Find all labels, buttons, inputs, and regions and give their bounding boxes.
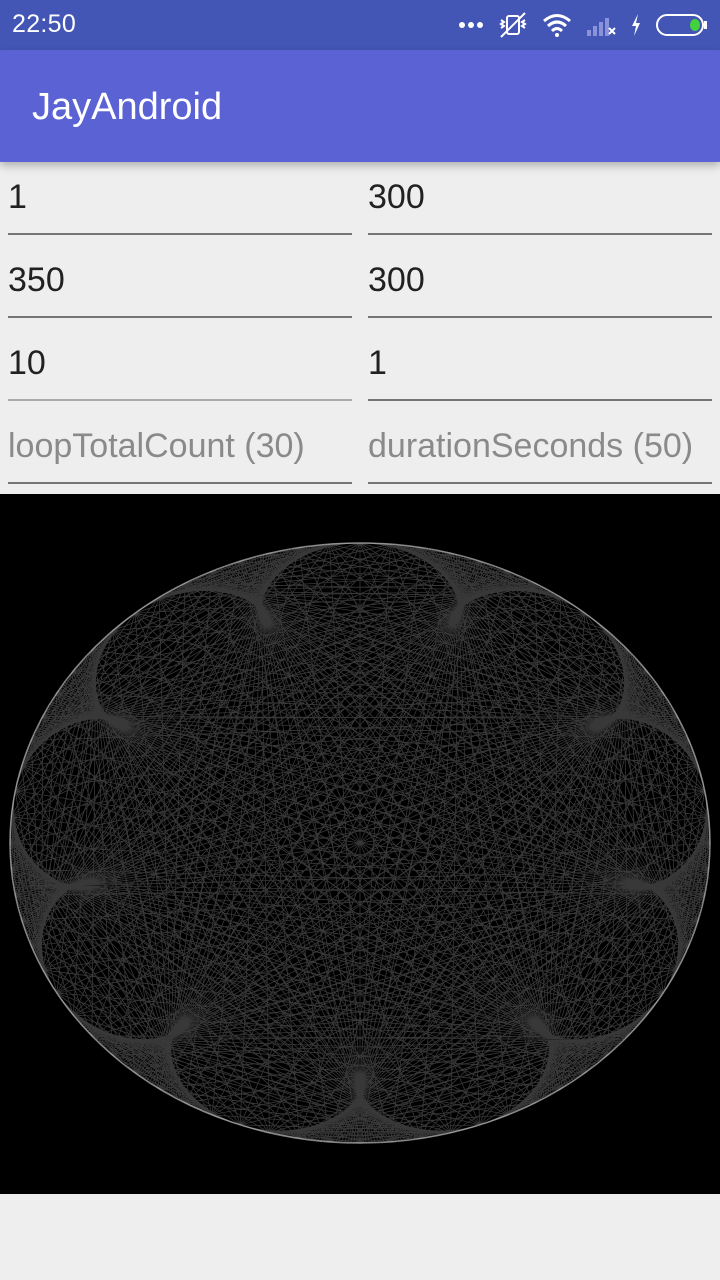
- field-row2-right[interactable]: 300: [368, 245, 712, 328]
- field-row1-left[interactable]: 1: [8, 162, 352, 245]
- field-row3-right[interactable]: 1: [368, 328, 712, 411]
- field-value: 300: [368, 178, 425, 216]
- field-row1-right[interactable]: 300: [368, 162, 712, 245]
- status-bar: 22:50: [0, 0, 720, 50]
- app-bar: JayAndroid: [0, 50, 720, 162]
- field-underline: [368, 482, 712, 484]
- duration-seconds-field[interactable]: durationSeconds (50): [368, 411, 712, 494]
- field-value: 300: [368, 261, 425, 299]
- field-value: 350: [8, 261, 65, 299]
- field-underline: [8, 399, 352, 401]
- string-art-figure: [9, 542, 711, 1144]
- more-dots-icon: [459, 22, 483, 28]
- wifi-icon: [543, 14, 571, 37]
- field-row2-left[interactable]: 350: [8, 245, 352, 328]
- field-placeholder: loopTotalCount (30): [8, 427, 305, 465]
- battery-icon: [656, 14, 707, 36]
- field-value: 10: [8, 344, 46, 382]
- field-underline: [8, 482, 352, 484]
- field-underline: [368, 399, 712, 401]
- field-value: 1: [8, 178, 27, 216]
- field-placeholder: durationSeconds (50): [368, 427, 694, 465]
- loop-total-count-field[interactable]: loopTotalCount (30): [8, 411, 352, 494]
- drawing-canvas[interactable]: [0, 494, 720, 1194]
- field-value: 1: [368, 344, 387, 382]
- field-underline: [8, 233, 352, 235]
- status-time: 22:50: [12, 10, 77, 38]
- input-form: 1 300 350 300 10 1 loopTotalCount (30) d…: [0, 162, 720, 494]
- app-title: JayAndroid: [32, 86, 223, 128]
- field-underline: [8, 316, 352, 318]
- signal-icon: [587, 18, 616, 36]
- string-art-lines: [9, 542, 711, 1144]
- field-row3-left[interactable]: 10: [8, 328, 352, 411]
- field-underline: [368, 316, 712, 318]
- charging-icon: [632, 14, 640, 36]
- field-underline: [368, 233, 712, 235]
- status-icons: [458, 10, 708, 40]
- vibrate-off-icon: [499, 12, 527, 38]
